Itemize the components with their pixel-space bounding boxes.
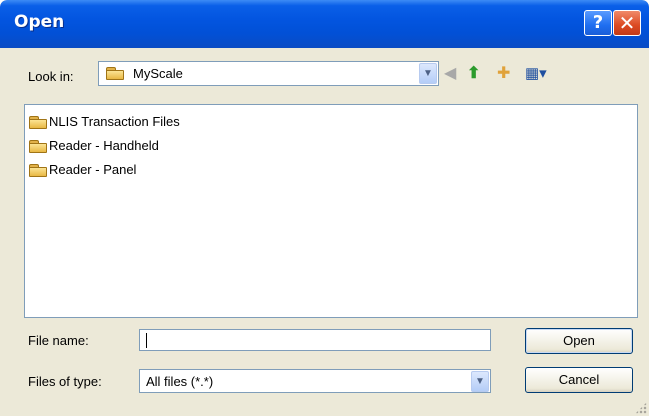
views-menu-icon[interactable]: ▦▾ <box>525 64 547 84</box>
title-bar[interactable]: Open ? ✕ <box>0 0 649 48</box>
folder-icon <box>29 116 47 129</box>
look-in-label: Look in: <box>28 69 74 84</box>
help-icon: ? <box>592 12 604 33</box>
cancel-button[interactable]: Cancel <box>525 367 633 393</box>
dialog-title: Open <box>14 12 65 32</box>
list-item-label: Reader - Handheld <box>49 138 159 153</box>
list-item-label: Reader - Panel <box>49 162 137 177</box>
resize-grip-icon[interactable] <box>635 402 647 414</box>
list-item-label: NLIS Transaction Files <box>49 114 180 129</box>
file-name-input[interactable] <box>139 329 491 351</box>
new-folder-icon[interactable]: ✚ <box>497 64 510 84</box>
look-in-value: MyScale <box>133 66 183 81</box>
folder-icon <box>29 140 47 153</box>
close-button[interactable]: ✕ <box>613 10 641 36</box>
chevron-down-icon[interactable]: ▼ <box>471 371 489 392</box>
text-cursor <box>146 333 147 348</box>
file-name-label: File name: <box>28 333 89 348</box>
up-folder-icon[interactable]: ⬆ <box>467 64 480 84</box>
close-icon: ✕ <box>618 11 636 35</box>
file-type-label: Files of type: <box>28 374 102 389</box>
file-list[interactable]: NLIS Transaction Files Reader - Handheld… <box>24 104 638 318</box>
folder-icon <box>106 67 124 80</box>
folder-icon <box>29 164 47 177</box>
help-button[interactable]: ? <box>584 10 612 36</box>
open-button[interactable]: Open <box>525 328 633 354</box>
file-type-value: All files (*.*) <box>146 374 214 389</box>
chevron-down-icon[interactable]: ▼ <box>419 63 437 84</box>
file-type-dropdown[interactable]: All files (*.*) ▼ <box>139 369 491 393</box>
look-in-dropdown[interactable]: MyScale ▼ <box>98 61 439 86</box>
open-dialog: Open ? ✕ Look in: MyScale ▼ ◀ ⬆ ✚ ▦▾ NLI… <box>0 0 649 416</box>
back-icon[interactable]: ◀ <box>444 64 456 84</box>
